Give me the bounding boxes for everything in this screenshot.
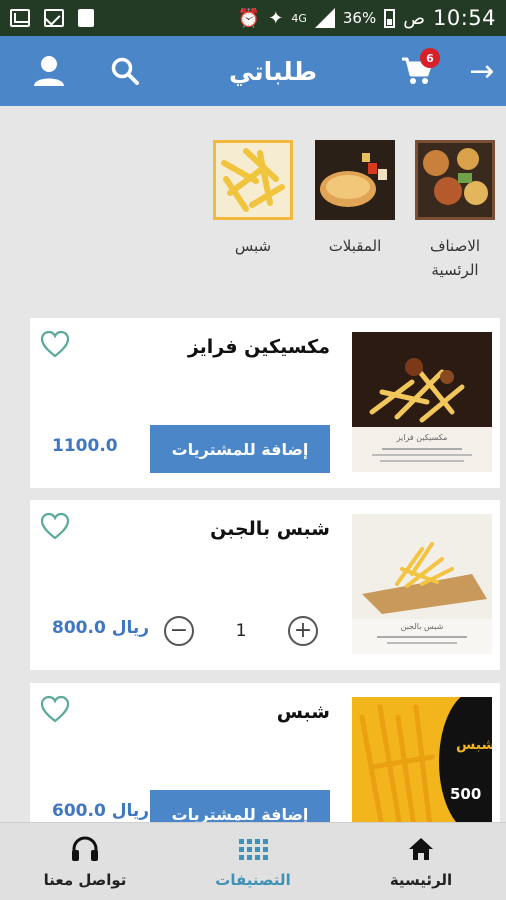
battery-icon bbox=[384, 8, 396, 28]
user-icon bbox=[34, 56, 64, 86]
network-type: 4G bbox=[291, 11, 307, 25]
cart-count-badge: 6 bbox=[420, 48, 440, 68]
nav-categories[interactable]: التصنيفات bbox=[178, 823, 328, 900]
heart-icon[interactable] bbox=[40, 695, 70, 723]
product-price: 1100.0 bbox=[52, 436, 118, 456]
clock: 10:54 bbox=[432, 6, 496, 30]
am-pm: ص bbox=[403, 7, 425, 29]
category-chips[interactable]: شبس bbox=[208, 140, 298, 258]
signal-icon bbox=[314, 8, 335, 28]
grid-icon bbox=[238, 838, 268, 860]
quantity-value: 1 bbox=[235, 621, 247, 641]
document-notification-icon bbox=[78, 9, 94, 27]
status-bar: ⏰ ✦ 4G 36% ص 10:54 bbox=[0, 0, 506, 36]
home-icon bbox=[409, 838, 433, 860]
category-row: الاصناف الرئسية المقبلات شبس bbox=[0, 140, 506, 290]
product-card[interactable]: مكسيكين فرايز مكسيكين فرايز إضافة للمشتر… bbox=[30, 318, 500, 488]
category-main-image bbox=[415, 140, 495, 220]
product-card[interactable]: شبس بالجبن شبس بالجبن − 1 + 800.0 ريال bbox=[30, 500, 500, 670]
minus-icon: − bbox=[169, 618, 189, 643]
product-name: شبس bbox=[276, 701, 330, 723]
notification-icons bbox=[10, 9, 94, 27]
quantity-stepper: − 1 + bbox=[164, 613, 318, 649]
wifi-icon: ✦ bbox=[268, 7, 284, 29]
heart-icon[interactable] bbox=[40, 512, 70, 540]
search-button[interactable] bbox=[102, 36, 148, 106]
search-icon bbox=[111, 57, 139, 85]
nav-home[interactable]: الرئيسية bbox=[346, 823, 496, 900]
product-name: شبس بالجبن bbox=[210, 518, 330, 540]
category-chips-label: شبس bbox=[234, 237, 272, 255]
product-image: شبس 500 bbox=[352, 697, 492, 837]
decrease-quantity-button[interactable]: − bbox=[164, 616, 194, 646]
category-main-label: الاصناف الرئسية bbox=[429, 237, 481, 279]
alarm-icon: ⏰ bbox=[237, 7, 261, 29]
nav-home-label: الرئيسية bbox=[389, 871, 453, 889]
app-bar: طلباتي 6 → bbox=[0, 36, 506, 106]
heart-icon[interactable] bbox=[40, 330, 70, 358]
product-name: مكسيكين فرايز bbox=[187, 336, 330, 358]
back-button[interactable]: → bbox=[462, 36, 502, 106]
product-image: شبس بالجبن bbox=[352, 514, 492, 654]
add-to-cart-button[interactable]: إضافة للمشتريات bbox=[150, 425, 330, 473]
plus-icon: + bbox=[293, 618, 313, 643]
category-chips-image bbox=[213, 140, 293, 220]
page-title: طلباتي bbox=[228, 56, 318, 86]
nav-categories-label: التصنيفات bbox=[215, 871, 291, 889]
product-image-price: 500 bbox=[450, 785, 482, 803]
product-price: 600.0 ريال bbox=[52, 801, 150, 821]
category-main[interactable]: الاصناف الرئسية bbox=[410, 140, 500, 282]
nav-contact-label: تواصل معنا bbox=[43, 871, 127, 889]
arrow-right-icon: → bbox=[469, 53, 495, 89]
bottom-navigation: الرئيسية التصنيفات تواصل معنا bbox=[0, 822, 506, 900]
product-image: مكسيكين فرايز bbox=[352, 332, 492, 472]
cart-button[interactable]: 6 bbox=[394, 36, 440, 106]
nav-contact[interactable]: تواصل معنا bbox=[10, 823, 160, 900]
product-image-caption: شبس بالجبن bbox=[400, 622, 444, 631]
chart-notification-icon bbox=[10, 9, 30, 27]
increase-quantity-button[interactable]: + bbox=[287, 616, 318, 646]
category-appetizers[interactable]: المقبلات bbox=[310, 140, 400, 258]
category-appetizers-image bbox=[315, 140, 395, 220]
battery-percent: 36% bbox=[342, 9, 377, 27]
category-appetizers-label: المقبلات bbox=[328, 237, 382, 255]
product-price: 800.0 ريال bbox=[52, 618, 150, 638]
headset-icon bbox=[72, 836, 98, 861]
product-image-name: شبس bbox=[456, 737, 492, 753]
product-image-caption: مكسيكين فرايز bbox=[396, 433, 448, 442]
account-button[interactable] bbox=[26, 36, 72, 106]
mail-notification-icon bbox=[44, 9, 64, 27]
